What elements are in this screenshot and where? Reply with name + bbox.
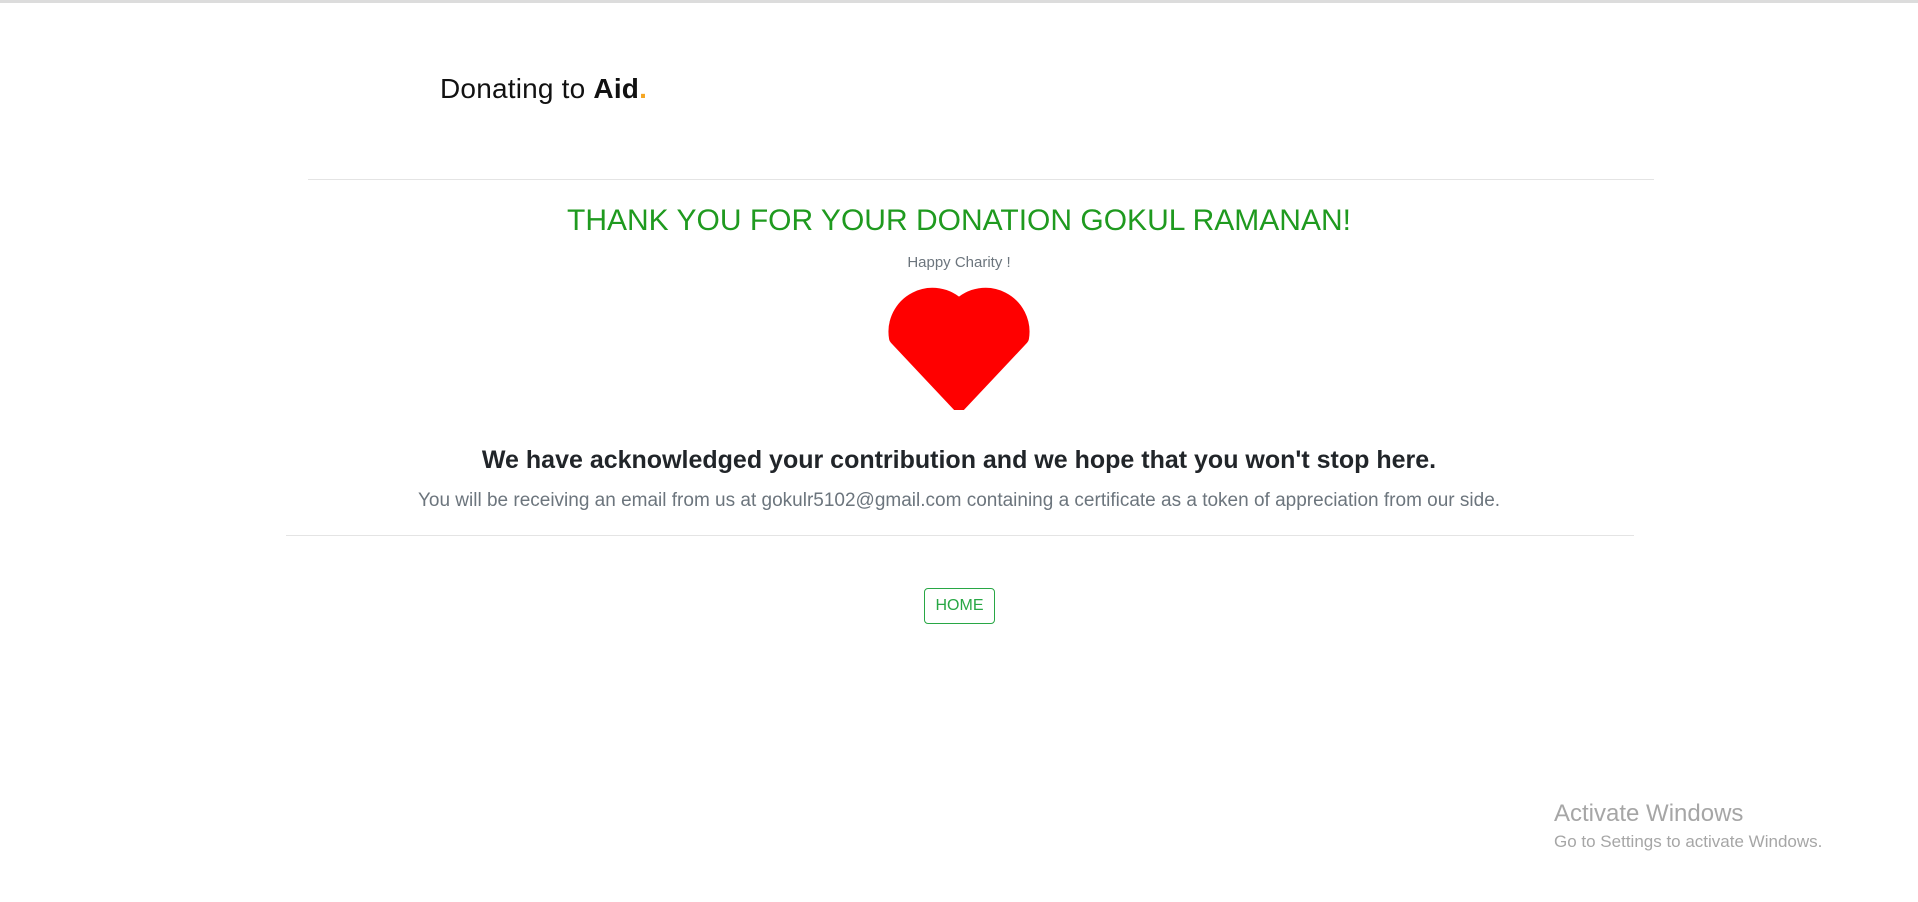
brand-name: Aid [593,73,640,104]
divider-bottom [286,535,1634,536]
happy-charity-subtitle: Happy Charity ! [907,254,1011,271]
home-button[interactable]: HOME [924,588,995,624]
brand-dot: . [639,73,648,104]
watermark-title: Activate Windows [1554,800,1744,827]
acknowledgement-text: We have acknowledged your contribution a… [481,446,1437,474]
email-notice-text: You will be receiving an email from us a… [417,490,1501,511]
page: Donating to Aid. THANK YOU FOR YOUR DONA… [0,0,1918,902]
brand-logo[interactable]: Donating to Aid. [440,73,647,105]
thank-you-heading: THANK YOU FOR YOUR DONATION GOKUL RAMANA… [567,204,1351,237]
divider-top [308,179,1654,180]
top-border [0,0,1918,3]
brand-prefix: Donating to [440,73,594,104]
watermark-subtitle: Go to Settings to activate Windows. [1554,832,1823,851]
heart-icon [886,280,1032,412]
windows-activation-watermark: Activate Windows Go to Settings to activ… [1554,800,1822,852]
